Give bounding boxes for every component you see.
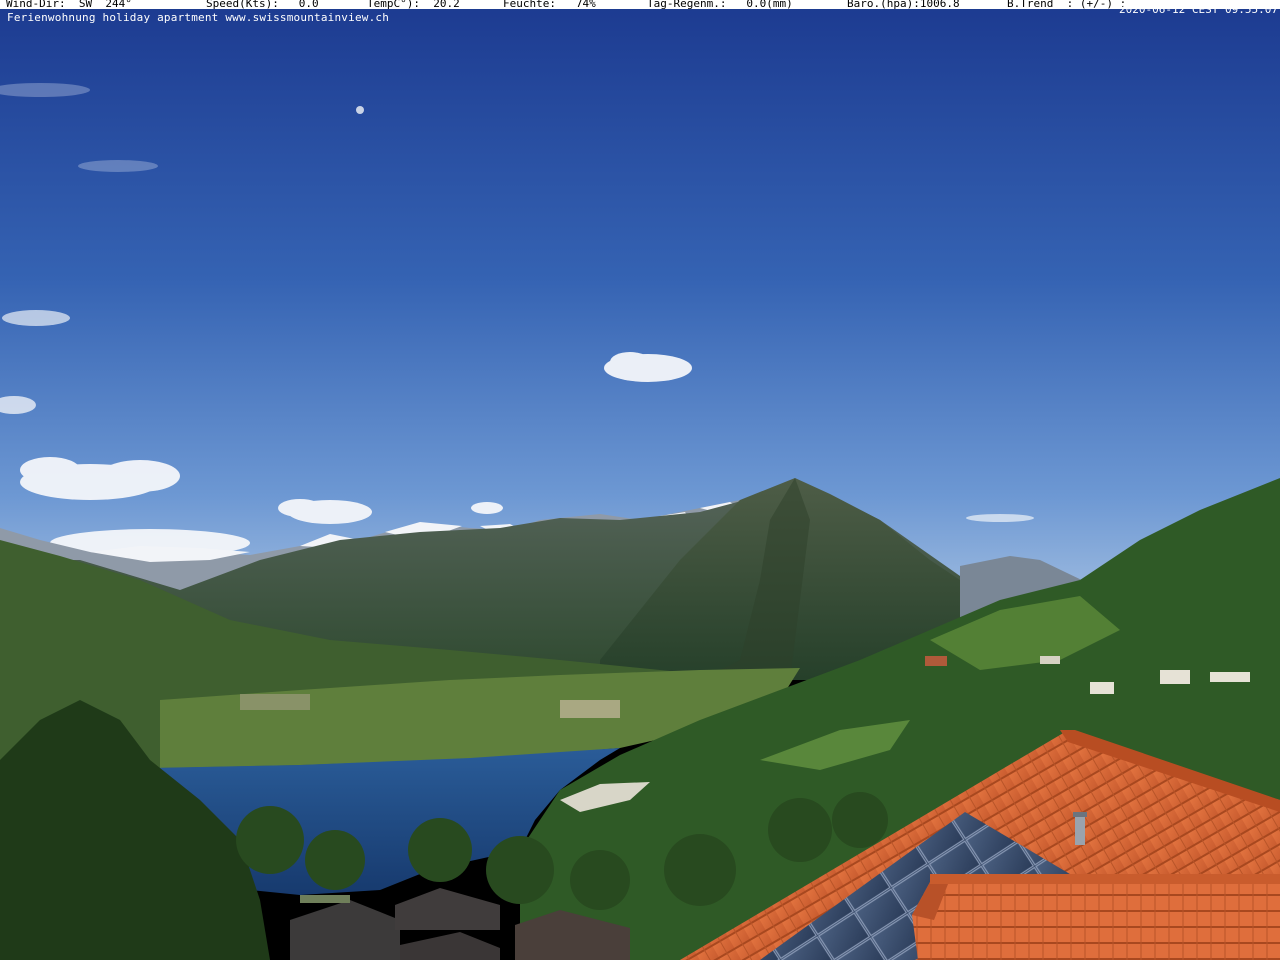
wind-direction: Wind-Dir: SW 244° [6,0,132,9]
webcam-caption: Ferienwohnung holiday apartment www.swis… [7,11,390,24]
chimney [1075,815,1085,845]
webcam-scene [0,0,1280,960]
barometer: Baro.(hpa):1006.8 [847,0,960,9]
pressure-trend: B.Trend : (+/-) : [1007,0,1127,9]
moon [356,106,364,114]
wind-speed: Speed(Kts): 0.0 [206,0,319,9]
weather-status-bar: Wind-Dir: SW 244° Speed(Kts): 0.0 TempC°… [0,0,1280,9]
capture-timestamp: 2020-06-12 CEST 09:55:07 [1119,3,1278,16]
temperature: TempC°): 20.2 [367,0,460,9]
humidity: Feuchte: 74% [503,0,596,9]
webcam-frame: Wind-Dir: SW 244° Speed(Kts): 0.0 TempC°… [0,0,1280,960]
daily-rain: Tag-Regenm.: 0.0(mm) [647,0,793,9]
roof-lower [912,874,1280,960]
